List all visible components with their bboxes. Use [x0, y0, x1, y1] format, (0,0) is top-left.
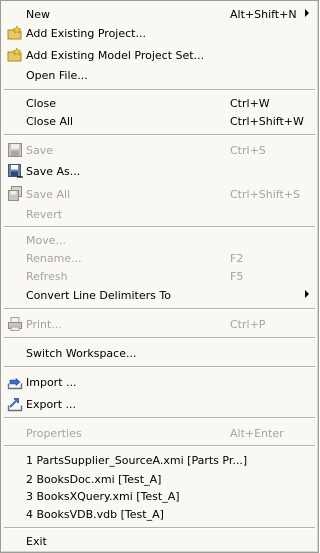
menu-item-add-existing-model-project-set[interactable]: Add Existing Model Project Set...: [2, 45, 317, 65]
recent-file-item[interactable]: 3 BooksXQuery.xmi [Test_A]: [2, 486, 317, 506]
menu-item-label: Exit: [26, 534, 47, 548]
menu-item-export[interactable]: Export ...: [2, 394, 317, 414]
menu-item-new[interactable]: New Alt+Shift+N: [2, 4, 317, 24]
menu-item-save-as[interactable]: Save As...: [2, 161, 317, 181]
menu-item-import[interactable]: Import ...: [2, 372, 317, 392]
menu-separator: [4, 366, 315, 368]
menu-item-label: Save As...: [26, 164, 81, 178]
file-menu: New Alt+Shift+N Add Existing Project... …: [0, 0, 319, 553]
menu-item-accelerator: Ctrl+Shift+S: [230, 187, 300, 201]
menu-item-label: Rename...: [26, 251, 82, 265]
import-icon: [7, 374, 23, 390]
menu-separator: [4, 527, 315, 529]
menu-item-label: Convert Line Delimiters To: [26, 288, 171, 302]
menu-separator: [4, 308, 315, 310]
export-icon: [7, 396, 23, 412]
menu-item-exit[interactable]: Exit: [2, 531, 317, 551]
menu-item-accelerator: F2: [230, 251, 244, 265]
menu-item-accelerator: Ctrl+W: [230, 96, 270, 110]
add-project-icon: [7, 25, 23, 41]
menu-item-accelerator: Ctrl+S: [230, 143, 266, 157]
menu-separator: [4, 226, 315, 228]
submenu-arrow-icon: [305, 290, 309, 298]
menu-item-label: Save: [26, 143, 54, 157]
menu-item-convert-line-delimiters[interactable]: Convert Line Delimiters To: [2, 285, 317, 305]
menu-item-label: New: [26, 7, 50, 21]
menu-item-label: Save All: [26, 187, 71, 201]
recent-file-label: 3 BooksXQuery.xmi [Test_A]: [26, 489, 180, 503]
menu-item-accelerator: Ctrl+Shift+W: [230, 114, 304, 128]
recent-file-item[interactable]: 4 BooksVDB.vdb [Test_A]: [2, 504, 317, 524]
menu-item-label: Add Existing Model Project Set...: [26, 48, 205, 62]
add-model-project-set-icon: [7, 47, 23, 63]
menu-item-label: Print...: [26, 317, 62, 331]
recent-file-item[interactable]: 1 PartsSupplier_SourceA.xmi [Parts Pr...…: [2, 450, 317, 470]
menu-item-label: Import ...: [26, 375, 77, 389]
menu-separator: [4, 445, 315, 447]
recent-file-label: 1 PartsSupplier_SourceA.xmi [Parts Pr...…: [26, 453, 248, 467]
menu-item-close[interactable]: Close Ctrl+W: [2, 93, 317, 113]
submenu-arrow-icon: [305, 9, 309, 17]
menu-item-label: Export ...: [26, 397, 76, 411]
menu-separator: [4, 417, 315, 419]
recent-file-label: 2 BooksDoc.xmi [Test_A]: [26, 472, 162, 486]
menu-item-label: Add Existing Project...: [26, 26, 146, 40]
menu-item-revert[interactable]: Revert: [2, 204, 317, 224]
menu-item-label: Refresh: [26, 269, 68, 283]
menu-item-properties[interactable]: Properties Alt+Enter: [2, 423, 317, 443]
menu-item-switch-workspace[interactable]: Switch Workspace...: [2, 343, 317, 363]
menu-separator: [4, 337, 315, 339]
menu-item-accelerator: Alt+Shift+N: [230, 7, 297, 21]
menu-separator: [4, 89, 315, 91]
menu-item-label: Revert: [26, 207, 63, 221]
save-icon: [7, 142, 23, 158]
menu-item-close-all[interactable]: Close All Ctrl+Shift+W: [2, 111, 317, 131]
menu-item-refresh[interactable]: Refresh F5: [2, 266, 317, 286]
menu-item-save[interactable]: Save Ctrl+S: [2, 140, 317, 160]
menu-item-label: Move...: [26, 233, 66, 247]
menu-item-label: Properties: [26, 426, 82, 440]
menu-separator: [4, 134, 315, 136]
menu-item-add-existing-project[interactable]: Add Existing Project...: [2, 23, 317, 43]
menu-item-accelerator: Alt+Enter: [230, 426, 284, 440]
menu-item-open-file[interactable]: Open File...: [2, 65, 317, 85]
printer-icon: [7, 316, 23, 332]
save-as-icon: [7, 163, 23, 179]
menu-item-print[interactable]: Print... Ctrl+P: [2, 314, 317, 334]
menu-item-rename[interactable]: Rename... F2: [2, 248, 317, 268]
menu-item-label: Close All: [26, 114, 74, 128]
menu-item-label: Open File...: [26, 68, 88, 82]
menu-item-accelerator: F5: [230, 269, 244, 283]
menu-item-label: Switch Workspace...: [26, 346, 137, 360]
menu-item-move[interactable]: Move...: [2, 230, 317, 250]
menu-item-accelerator: Ctrl+P: [230, 317, 266, 331]
recent-file-label: 4 BooksVDB.vdb [Test_A]: [26, 507, 164, 521]
save-all-icon: [7, 186, 23, 202]
menu-item-save-all[interactable]: Save All Ctrl+Shift+S: [2, 184, 317, 204]
menu-item-label: Close: [26, 96, 56, 110]
